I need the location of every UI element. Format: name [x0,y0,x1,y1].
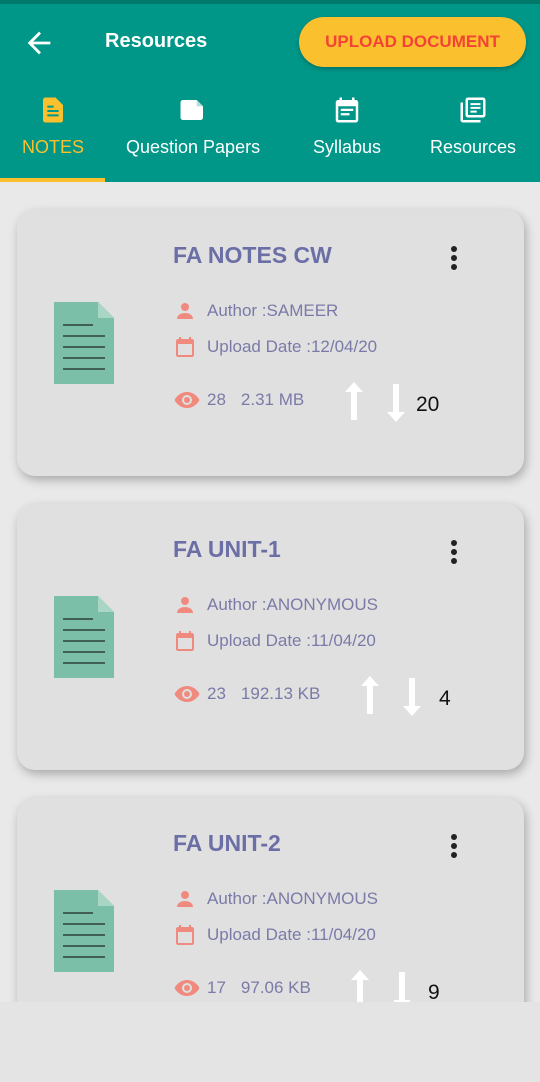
calendar-icon [176,925,194,945]
upvote-arrow-icon[interactable] [349,970,371,1002]
document-icon [54,302,114,384]
file-size: 192.13 KB [240,684,321,703]
upload-document-button[interactable]: UPLOAD DOCUMENT [299,17,526,67]
calendar-icon [176,631,194,651]
page-title: Resources [105,30,208,52]
more-vert-icon[interactable] [444,244,464,272]
vote-count: 4 [439,687,451,710]
author-row: Author :ANONYMOUS [173,593,378,617]
stats-row: 23 192.13 KB [173,684,320,704]
tab-question-papers-label: Question Papers [126,137,261,157]
author-text: Author :ANONYMOUS [207,889,378,908]
vote-count: 20 [416,393,440,416]
upload-date-text: Upload Date :11/04/20 [207,925,376,944]
person-icon [177,597,193,613]
upload-date-text: Upload Date :11/04/20 [207,631,376,650]
app-bar: Resources UPLOAD DOCUMENT NOTES Question… [0,0,540,182]
calendar-icon [176,337,194,357]
author-row: Author :SAMEER [173,299,338,323]
tab-notes-label: NOTES [22,137,85,157]
date-row: Upload Date :11/04/20 [173,629,376,653]
notes-list[interactable]: FA NOTES CW Author :SAMEER Upload Date :… [0,182,540,1002]
downvote-arrow-icon[interactable] [401,678,423,716]
stats-row: 17 97.06 KB [173,978,311,998]
date-row: Upload Date :12/04/20 [173,335,377,359]
status-bar-edge [0,0,540,4]
note-card[interactable]: FA UNIT-2 Author :ANONYMOUS Upload Date … [17,798,524,1002]
note-card[interactable]: FA NOTES CW Author :SAMEER Upload Date :… [17,210,524,476]
calendar-icon [335,97,359,123]
tab-notes[interactable]: NOTES [22,95,84,182]
vote-count: 9 [428,981,440,1002]
document-icon [54,596,114,678]
more-vert-icon[interactable] [444,538,464,566]
view-count: 23 [207,684,226,703]
note-card[interactable]: FA UNIT-1 Author :ANONYMOUS Upload Date … [17,504,524,770]
tab-resources-label: Resources [430,137,517,157]
tab-question-papers[interactable]: Question Papers [126,95,260,182]
stats-row: 28 2.31 MB [173,390,304,410]
library-icon [460,97,486,123]
author-row: Author :ANONYMOUS [173,887,378,911]
upvote-arrow-icon[interactable] [359,676,381,714]
notes-icon [43,97,63,123]
question-papers-icon [180,100,204,120]
upload-date-text: Upload Date :12/04/20 [207,337,378,356]
eye-icon [174,686,200,702]
bottom-area [0,1002,540,1082]
view-count: 17 [207,978,226,997]
arrow-back-icon[interactable] [22,26,56,60]
downvote-arrow-icon[interactable] [385,384,407,422]
author-text: Author :ANONYMOUS [207,595,378,614]
document-icon [54,890,114,972]
file-size: 2.31 MB [240,390,305,409]
note-title: FA UNIT-1 [173,536,281,562]
date-row: Upload Date :11/04/20 [173,923,376,947]
note-title: FA NOTES CW [173,242,332,268]
note-title: FA UNIT-2 [173,830,281,856]
person-icon [177,891,193,907]
upvote-arrow-icon[interactable] [343,382,365,420]
author-text: Author :SAMEER [207,301,339,320]
tab-resources[interactable]: Resources [430,95,516,182]
person-icon [177,303,193,319]
eye-icon [174,980,200,996]
file-size: 97.06 KB [240,978,311,997]
tab-syllabus-label: Syllabus [313,137,382,157]
more-vert-icon[interactable] [444,832,464,860]
view-count: 28 [207,390,226,409]
tab-syllabus[interactable]: Syllabus [313,95,381,182]
downvote-arrow-icon[interactable] [391,972,413,1002]
eye-icon [174,392,200,408]
